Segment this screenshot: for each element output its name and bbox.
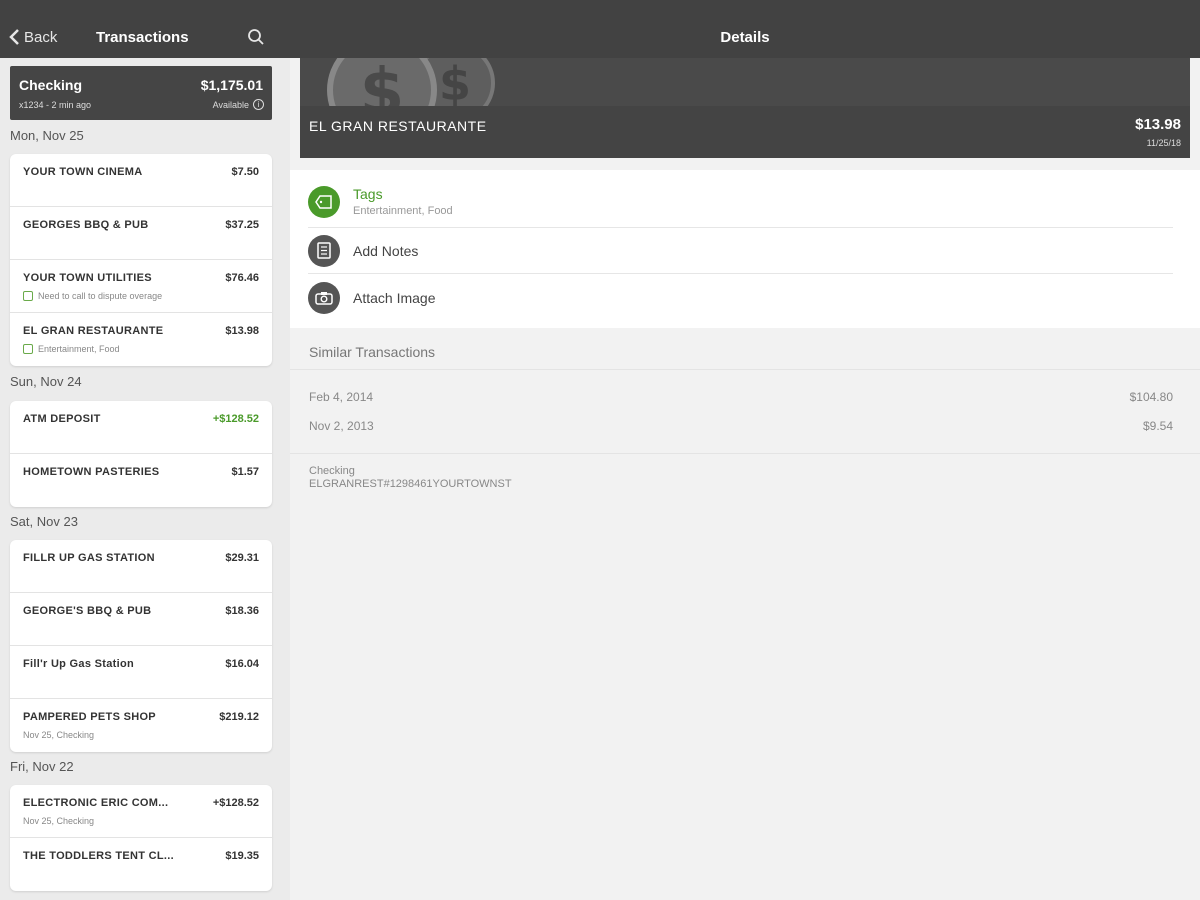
similar-amount: $104.80 [1129,390,1173,404]
available-text: Available [212,99,249,110]
similar-transaction-row[interactable]: Feb 4, 2014 $104.80 [309,390,1173,404]
attach-image-row[interactable]: Attach Image [308,274,1173,322]
tags-value: Entertainment, Food [353,205,453,217]
search-icon [248,29,264,45]
divider [290,453,1200,454]
transaction-amount: $37.25 [225,219,259,231]
transaction-amount: $76.46 [225,272,259,284]
transaction-group: ELECTRONIC ERIC COM... +$128.52 Nov 25, … [10,785,272,891]
transaction-note-text: Need to call to dispute overage [38,291,163,301]
transaction-amount: +$128.52 [212,797,259,809]
transaction-row[interactable]: EL GRAN RESTAURANTE $13.98 Entertainment… [10,313,272,366]
transaction-row[interactable]: YOUR TOWN UTILITIES $76.46 Need to call … [10,260,272,313]
transactions-pane: Checking x1234 - 2 min ago $1,175.01 Ava… [0,58,290,900]
svg-text:$: $ [439,58,471,111]
available-label: Available i [213,99,264,110]
transaction-row[interactable]: FILLR UP GAS STATION $29.31 [10,540,272,593]
transaction-amount: $13.98 [225,325,259,337]
account-info-name: Checking [309,465,355,477]
transaction-amount: $13.98 [1135,116,1181,133]
similar-amount: $9.54 [1142,419,1173,433]
search-button[interactable] [247,28,265,51]
account-sub: x1234 - 2 min ago [19,100,92,110]
day-header: Fri, Nov 22 [10,759,74,774]
transaction-name: ELECTRONIC ERIC COM... [23,797,169,809]
details-title: Details [720,29,770,46]
day-header: Mon, Nov 25 [10,128,84,143]
add-notes-row[interactable]: Add Notes [308,228,1173,274]
transaction-name: ATM DEPOSIT [23,413,101,425]
similar-transaction-row[interactable]: Nov 2, 2013 $9.54 [309,419,1173,433]
transaction-row[interactable]: PAMPERED PETS SHOP $219.12 Nov 25, Check… [10,699,272,752]
merchant-name: EL GRAN RESTAURANTE [309,118,487,134]
transaction-amount: $16.04 [225,658,259,670]
tag-icon [23,344,33,354]
similar-date: Feb 4, 2014 [309,390,374,404]
account-name: Checking [19,77,83,93]
transaction-amount: $7.50 [231,166,259,178]
transaction-amount: $18.36 [225,605,259,617]
transaction-hero: $ $ EL GRAN RESTAURANTE $13.98 11/25/18 [300,58,1190,158]
transaction-name: PAMPERED PETS SHOP [23,711,156,723]
transaction-note: Need to call to dispute overage [23,291,162,301]
account-info: Checking ELGRANREST#1298461YOURTOWNST [309,465,512,491]
tags-row[interactable]: Tags Entertainment, Food [308,176,1173,228]
transaction-amount: $1.57 [231,466,259,478]
account-balance: $1,175.01 [200,77,263,93]
transactions-title: Transactions [96,29,189,46]
similar-transactions-title: Similar Transactions [309,344,436,360]
chevron-left-icon [9,29,19,45]
transaction-name: FILLR UP GAS STATION [23,552,155,564]
transaction-row[interactable]: YOUR TOWN CINEMA $7.50 [10,154,272,207]
note-icon [23,291,33,301]
action-list: Tags Entertainment, Food Add Notes Attac… [290,170,1200,328]
back-button[interactable]: Back [8,28,57,46]
transaction-name: HOMETOWN PASTERIES [23,466,160,478]
tags-label: Tags [353,186,383,202]
transaction-row[interactable]: Fill'r Up Gas Station $16.04 [10,646,272,699]
divider [290,369,1200,370]
transaction-name: YOUR TOWN UTILITIES [23,272,152,284]
transaction-amount: $219.12 [219,711,259,723]
info-icon[interactable]: i [253,99,264,110]
transaction-amount: $19.35 [225,850,259,862]
transaction-row[interactable]: HOMETOWN PASTERIES $1.57 [10,454,272,507]
day-header: Sun, Nov 24 [10,374,82,389]
transaction-row[interactable]: GEORGE'S BBQ & PUB $18.36 [10,593,272,646]
transaction-name: GEORGE'S BBQ & PUB [23,605,152,617]
transaction-amount: $29.31 [225,552,259,564]
notes-icon [308,234,340,267]
details-pane: $ $ EL GRAN RESTAURANTE $13.98 11/25/18 … [290,58,1200,900]
transaction-name: GEORGES BBQ & PUB [23,219,149,231]
transaction-date: 11/25/18 [1146,138,1181,148]
day-header: Sat, Nov 23 [10,514,78,529]
transaction-name: EL GRAN RESTAURANTE [23,325,164,337]
transaction-group: ATM DEPOSIT +$128.52 HOMETOWN PASTERIES … [10,401,272,507]
top-bar: Back Transactions Details [0,0,1200,58]
back-label: Back [24,28,58,46]
transaction-tags: Entertainment, Food [23,344,120,354]
transaction-row[interactable]: ATM DEPOSIT +$128.52 [10,401,272,454]
transaction-name: Fill'r Up Gas Station [23,658,134,670]
transaction-amount: +$128.52 [212,413,259,425]
similar-date: Nov 2, 2013 [309,419,374,433]
transaction-row[interactable]: GEORGES BBQ & PUB $37.25 [10,207,272,260]
tag-icon [308,185,340,218]
transaction-group: YOUR TOWN CINEMA $7.50 GEORGES BBQ & PUB… [10,154,272,366]
transaction-sub: Nov 25, Checking [23,816,95,826]
add-notes-label: Add Notes [353,242,419,259]
raw-description: ELGRANREST#1298461YOURTOWNST [309,478,512,490]
attach-image-label: Attach Image [353,290,436,306]
account-card[interactable]: Checking x1234 - 2 min ago $1,175.01 Ava… [10,66,272,120]
transaction-name: THE TODDLERS TENT CL... [23,850,174,862]
transaction-row[interactable]: THE TODDLERS TENT CL... $19.35 [10,838,272,891]
transaction-group: FILLR UP GAS STATION $29.31 GEORGE'S BBQ… [10,540,272,752]
camera-icon [308,282,340,314]
transaction-row[interactable]: ELECTRONIC ERIC COM... +$128.52 Nov 25, … [10,785,272,838]
transaction-tags-text: Entertainment, Food [38,344,120,354]
transaction-name: YOUR TOWN CINEMA [23,166,143,178]
transaction-sub: Nov 25, Checking [23,730,95,740]
